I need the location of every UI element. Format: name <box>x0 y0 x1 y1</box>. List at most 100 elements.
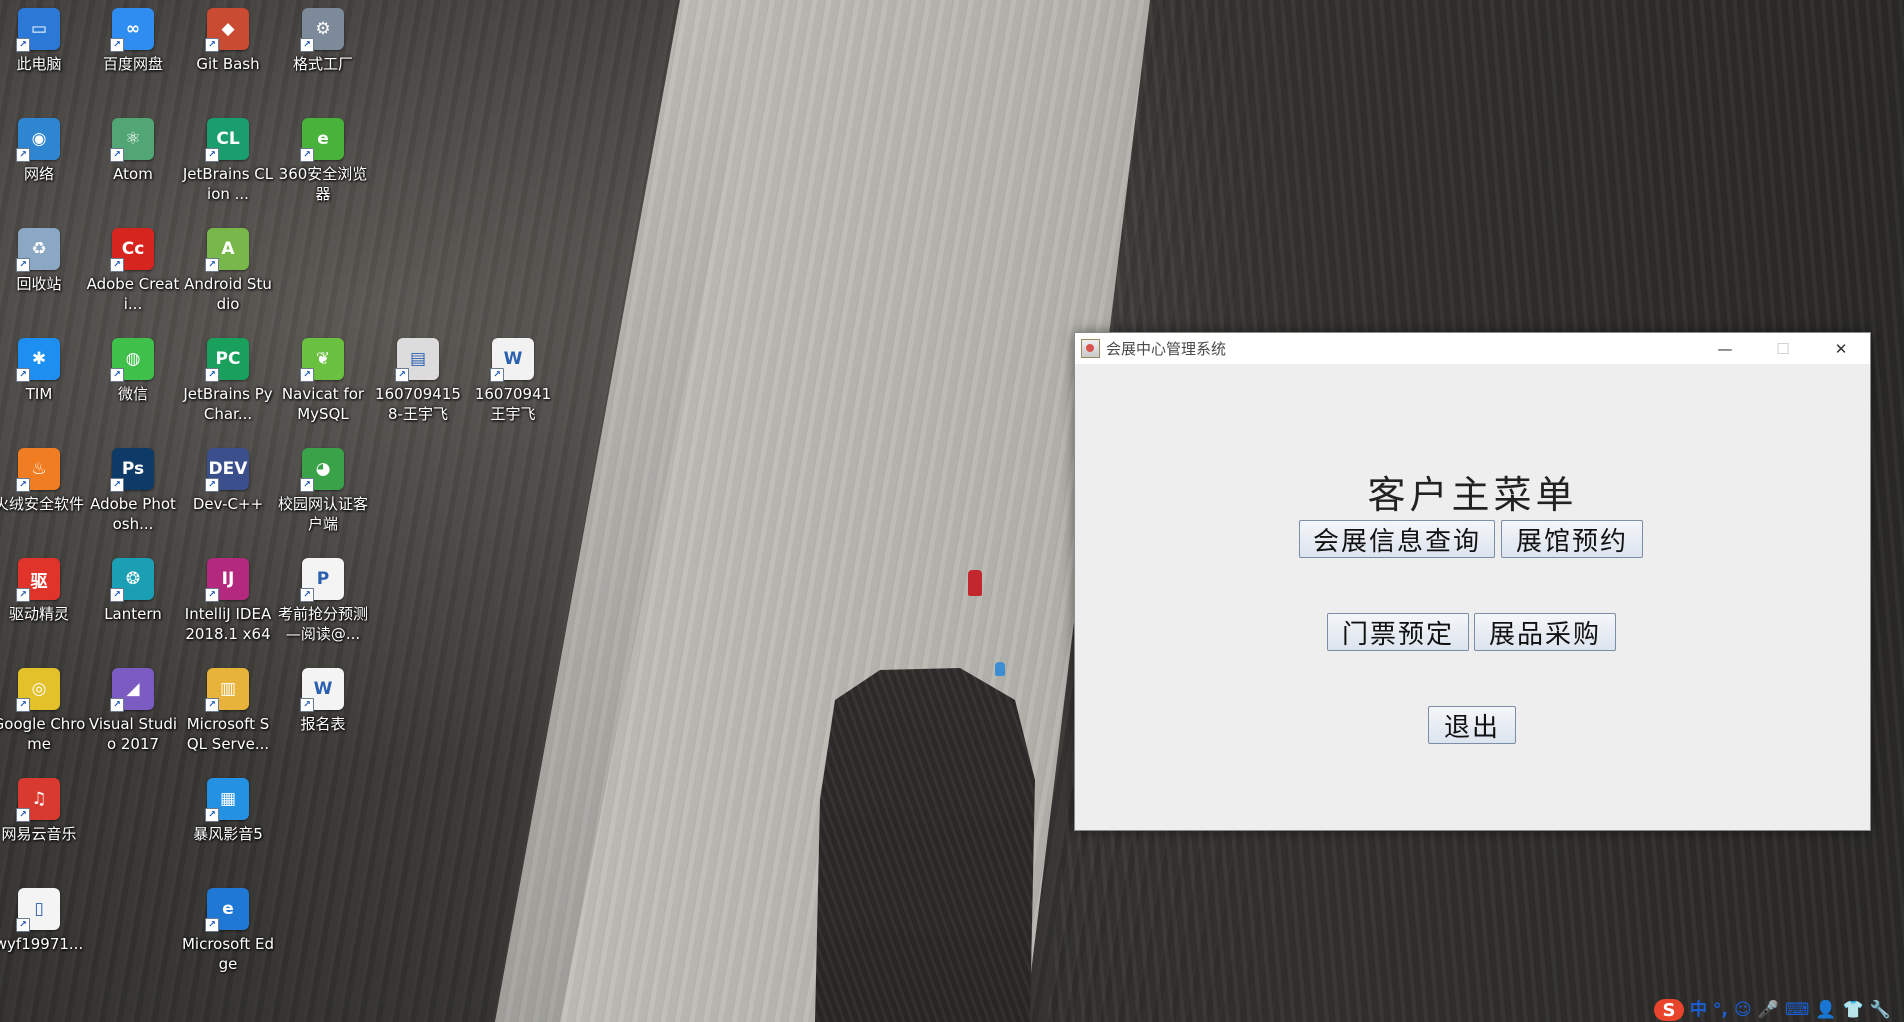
app-icon: Ps ↗ <box>110 448 154 492</box>
desktop-icon[interactable]: DEV ↗ Dev-C++ <box>181 442 275 550</box>
desktop-icon[interactable]: PC ↗ JetBrains PyChar... <box>181 332 275 440</box>
desktop-icon[interactable]: Ps ↗ Adobe Photosh... <box>86 442 180 550</box>
skin-icon[interactable]: 👕 <box>1843 999 1864 1021</box>
desktop-icon-label: 1607094158-王宇飞 <box>375 385 461 423</box>
desktop-icon-label: JetBrains CLion ... <box>182 165 274 203</box>
app-icon-glyph: ▤ <box>409 349 427 369</box>
app-icon-glyph: ◢ <box>126 679 140 699</box>
desktop-icon-label: 校园网认证客户端 <box>277 495 368 533</box>
desktop-icon[interactable]: ♨ ↗ 火绒安全软件 <box>0 442 86 550</box>
app-icon: ❦ ↗ <box>300 338 344 382</box>
ime-mode-indicator[interactable]: 中 <box>1690 999 1707 1021</box>
desktop-icon[interactable]: W ↗ 16070941 王宇飞 <box>466 332 560 440</box>
desktop-icon-label: 考前抢分预测—阅读@... <box>277 605 368 643</box>
punctuation-icon[interactable]: °, <box>1713 999 1728 1021</box>
window-titlebar[interactable]: 会展中心管理系统 — ☐ ✕ <box>1075 333 1870 364</box>
desktop-icon-label: TIM <box>25 385 53 403</box>
desktop-icon-label: 百度网盘 <box>102 55 163 73</box>
desktop-icon[interactable]: ♻ ↗ 回收站 <box>0 222 86 330</box>
desktop-icon-label: Lantern <box>104 605 162 623</box>
keyboard-icon[interactable]: ⌨ <box>1785 999 1810 1021</box>
desktop-icon-label: Android Studio <box>184 275 272 313</box>
desktop-icon[interactable]: ⚛ ↗ Atom <box>86 112 180 220</box>
shortcut-arrow-icon: ↗ <box>205 38 219 52</box>
desktop-icon[interactable]: P ↗ 考前抢分预测—阅读@... <box>276 552 370 660</box>
desktop-icon-label: 驱动精灵 <box>8 605 69 623</box>
app-icon: ◍ ↗ <box>110 338 154 382</box>
app-icon-glyph: ✱ <box>31 349 47 369</box>
desktop-icon-label: 报名表 <box>300 715 346 733</box>
app-icon: ♨ ↗ <box>16 448 60 492</box>
shortcut-arrow-icon: ↗ <box>16 148 30 162</box>
desktop-icon[interactable]: A ↗ Android Studio <box>181 222 275 330</box>
app-icon: ❂ ↗ <box>110 558 154 602</box>
desktop-icon[interactable]: ◍ ↗ 微信 <box>86 332 180 440</box>
app-icon-glyph: P <box>316 569 330 589</box>
desktop-icon[interactable]: ◉ ↗ 网络 <box>0 112 86 220</box>
desktop-icon[interactable]: ∞ ↗ 百度网盘 <box>86 2 180 110</box>
app-icon: IJ ↗ <box>205 558 249 602</box>
desktop-icon[interactable]: W ↗ 报名表 <box>276 662 370 770</box>
desktop-icon-label: Visual Studio 2017 <box>88 715 178 753</box>
shortcut-arrow-icon: ↗ <box>110 38 124 52</box>
desktop-icon[interactable]: IJ ↗ IntelliJ IDEA 2018.1 x64 <box>181 552 275 660</box>
desktop-icon[interactable]: Cc ↗ Adobe Creati... <box>86 222 180 330</box>
shortcut-arrow-icon: ↗ <box>205 258 219 272</box>
app-icon-glyph: Ps <box>121 459 145 479</box>
desktop-icon[interactable]: ⚙ ↗ 格式工厂 <box>276 2 370 110</box>
desktop-icon[interactable]: ◢ ↗ Visual Studio 2017 <box>86 662 180 770</box>
sogou-ime-icon[interactable]: S <box>1654 999 1684 1021</box>
app-icon-glyph: ♨ <box>31 459 47 479</box>
desktop-icon-label: Atom <box>113 165 153 183</box>
emoji-icon[interactable]: ☺ <box>1734 999 1752 1021</box>
tools-icon[interactable]: 🔧 <box>1870 999 1891 1021</box>
user-icon[interactable]: 👤 <box>1815 999 1836 1021</box>
app-icon-glyph: ▯ <box>34 899 44 919</box>
desktop-icon[interactable]: ❂ ↗ Lantern <box>86 552 180 660</box>
desktop-icon[interactable]: ◆ ↗ Git Bash <box>181 2 275 110</box>
shortcut-arrow-icon: ↗ <box>205 698 219 712</box>
desktop-icon-label: Adobe Photosh... <box>90 495 176 533</box>
desktop-icon[interactable]: ▯ ↗ wyf19971... <box>0 882 86 990</box>
desktop-icon[interactable]: e ↗ 360安全浏览器 <box>276 112 370 220</box>
desktop-icon[interactable]: ♫ ↗ 网易云音乐 <box>0 772 86 880</box>
shortcut-arrow-icon: ↗ <box>110 258 124 272</box>
desktop-icon-label: Microsoft Edge <box>181 935 275 973</box>
desktop-icon[interactable]: 驱 ↗ 驱动精灵 <box>0 552 86 660</box>
app-icon-glyph: W <box>313 679 333 699</box>
desktop-icon[interactable]: ▥ ↗ Microsoft SQL Serve... <box>181 662 275 770</box>
exhibit-purchase-button[interactable]: 展品采购 <box>1474 613 1616 651</box>
shortcut-arrow-icon: ↗ <box>490 368 504 382</box>
desktop-icon[interactable]: e ↗ Microsoft Edge <box>181 882 275 990</box>
desktop-icon[interactable]: ▤ ↗ 1607094158-王宇飞 <box>371 332 465 440</box>
desktop-icon[interactable]: ▦ ↗ 暴风影音5 <box>181 772 275 880</box>
exhibition-info-query-button[interactable]: 会展信息查询 <box>1299 520 1495 558</box>
desktop-icon[interactable]: ◕ ↗ 校园网认证客户端 <box>276 442 370 550</box>
desktop-icon[interactable]: ◎ ↗ Google Chrome <box>0 662 86 770</box>
desktop-icon[interactable]: ✱ ↗ TIM <box>0 332 86 440</box>
shortcut-arrow-icon: ↗ <box>110 368 124 382</box>
shortcut-arrow-icon: ↗ <box>16 38 30 52</box>
shortcut-arrow-icon: ↗ <box>300 698 314 712</box>
app-icon-glyph: ◕ <box>315 459 331 479</box>
ticket-booking-button[interactable]: 门票预定 <box>1327 613 1469 651</box>
shortcut-arrow-icon: ↗ <box>300 588 314 602</box>
exit-button[interactable]: 退出 <box>1428 706 1516 744</box>
shortcut-arrow-icon: ↗ <box>110 588 124 602</box>
app-icon-glyph: ⚛ <box>125 129 141 149</box>
microphone-icon[interactable]: 🎤 <box>1758 999 1779 1021</box>
desktop-icon[interactable]: ▭ ↗ 此电脑 <box>0 2 86 110</box>
hall-booking-button[interactable]: 展馆预约 <box>1501 520 1643 558</box>
desktop-icon[interactable]: ❦ ↗ Navicat for MySQL <box>276 332 370 440</box>
java-app-icon <box>1081 339 1100 358</box>
minimize-button[interactable]: — <box>1696 333 1754 364</box>
desktop-icon[interactable]: CL ↗ JetBrains CLion ... <box>181 112 275 220</box>
app-icon-glyph: ◆ <box>221 19 235 39</box>
shortcut-arrow-icon: ↗ <box>110 698 124 712</box>
app-window[interactable]: 会展中心管理系统 — ☐ ✕ 客户主菜单 会展信息查询 展馆预约 门票预定 展品… <box>1074 332 1871 831</box>
shortcut-arrow-icon: ↗ <box>110 148 124 162</box>
desktop-icon-label: wyf19971... <box>0 935 84 953</box>
close-button[interactable]: ✕ <box>1812 333 1870 364</box>
app-icon-glyph: ▭ <box>30 19 48 39</box>
shortcut-arrow-icon: ↗ <box>16 258 30 272</box>
